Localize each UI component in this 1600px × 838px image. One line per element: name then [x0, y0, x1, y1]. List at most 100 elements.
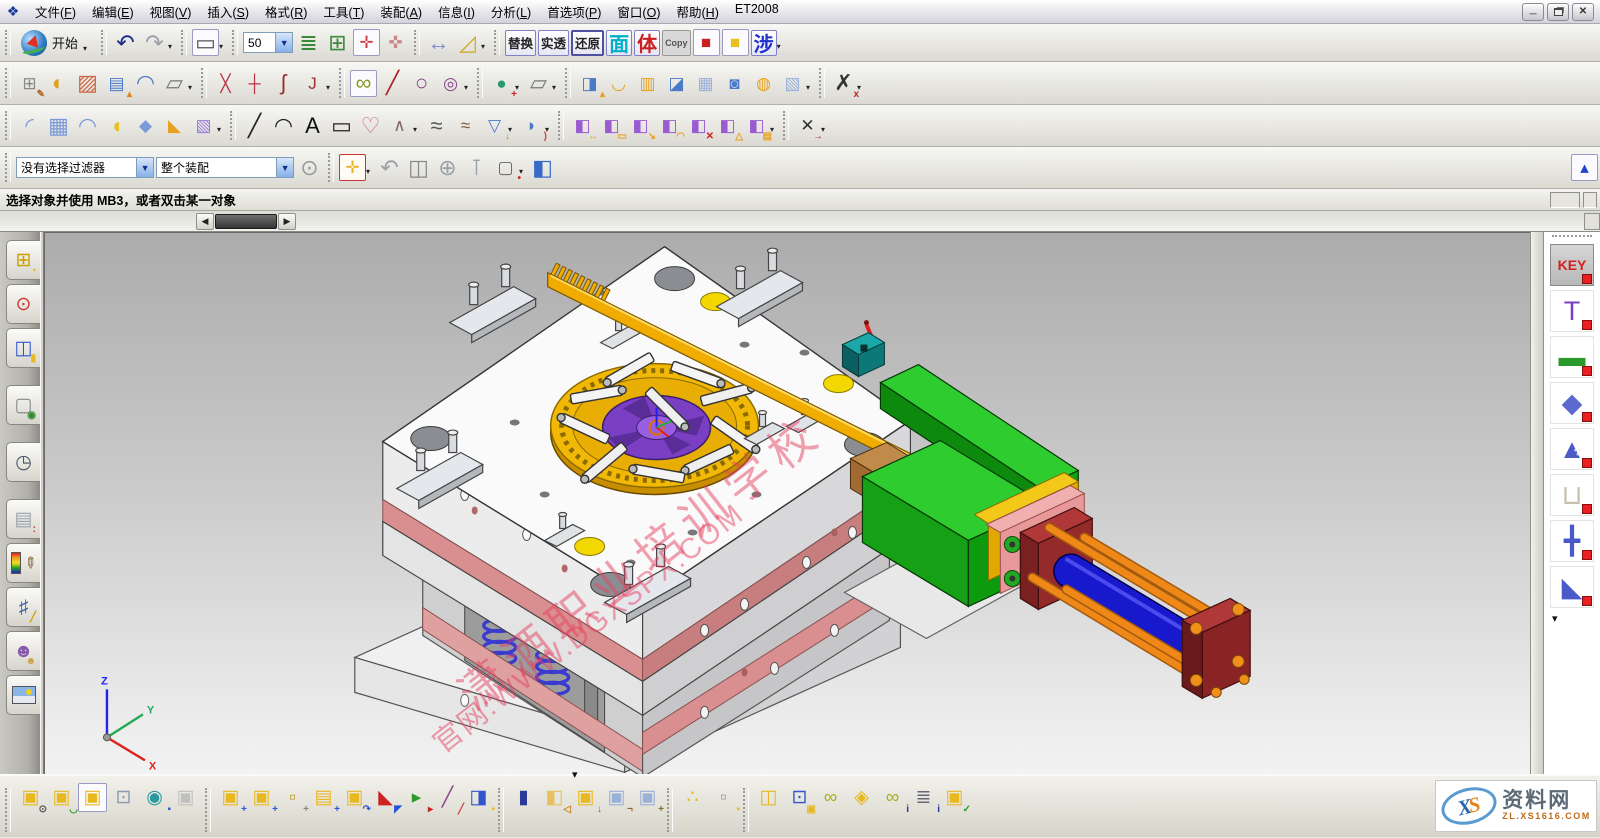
datum-plane2-icon-flyout[interactable]: ▾ — [552, 83, 560, 97]
toolbar-grip[interactable] — [5, 153, 11, 182]
reuse-part-tile-bracket[interactable]: ◆ — [1550, 382, 1594, 424]
divide-curve-icon[interactable]: ┼ — [241, 70, 268, 97]
scroll-right-button[interactable]: ▶ — [278, 213, 296, 230]
measure-angle-icon[interactable]: ◿ — [454, 29, 481, 56]
open-component-icon[interactable]: ▣◡ — [47, 783, 76, 812]
layer-settings-icon[interactable]: ≣ — [295, 29, 322, 56]
minimize-button[interactable]: ─ — [1522, 3, 1544, 21]
hide-component-icon[interactable]: ⊡ — [109, 783, 138, 812]
pattern-face-icon[interactable]: ◧▤ — [743, 112, 770, 139]
toolbar-grip[interactable] — [5, 30, 11, 55]
orient-view-icon[interactable]: ↶ — [376, 154, 403, 181]
add-component-icon[interactable]: ▣+ — [216, 783, 245, 812]
pad-icon[interactable]: ▦ — [692, 70, 719, 97]
toolbar-grip[interactable] — [5, 788, 11, 832]
explode-assembly-icon[interactable]: ∴ — [678, 783, 707, 812]
face-button[interactable]: 面 — [606, 30, 632, 56]
arrangements-icon[interactable]: ⊡▣ — [785, 783, 814, 812]
scale-combo-dropdown-icon[interactable]: ▼ — [275, 33, 292, 52]
move-face-icon[interactable]: ◧↔ — [569, 112, 596, 139]
display-mode-dropdown[interactable]: ▭ — [192, 29, 219, 56]
toolbar-grip[interactable] — [328, 153, 334, 182]
instance-geometry-icon[interactable]: ▨ — [74, 70, 101, 97]
wave-geometry-linker-icon[interactable]: ▮ — [509, 783, 538, 812]
arc-curve-icon[interactable]: ◠ — [270, 112, 297, 139]
measure-angle-icon-flyout[interactable]: ▾ — [481, 42, 489, 56]
edit-position-icon[interactable]: ▣+ — [633, 783, 662, 812]
delete-face-icon[interactable]: ◧✕ — [685, 112, 712, 139]
toolbar-grip[interactable] — [494, 30, 500, 55]
edit-mating-icon[interactable]: ▣¬ — [602, 783, 631, 812]
project-curve-icon[interactable]: ▽↓ — [481, 112, 508, 139]
unexplode-icon[interactable]: ▫▪ — [709, 783, 738, 812]
undo-icon[interactable]: ↶ — [112, 29, 139, 56]
toolbar-grip[interactable] — [5, 68, 11, 98]
datum-csys-icon[interactable]: ▤▴ — [103, 70, 130, 97]
wcs-dynamics-icon[interactable]: ✛ — [353, 29, 380, 56]
selection-scope-combo[interactable]: 整个装配▼ — [156, 157, 294, 178]
body-button[interactable]: 体 — [634, 30, 660, 56]
heart-curve-icon[interactable]: ♡ — [357, 112, 384, 139]
assembly-sequence-icon[interactable]: ▣✓ — [940, 783, 969, 812]
toolbar-grip[interactable] — [101, 30, 107, 55]
selection-filter-combo-dropdown-icon[interactable]: ▼ — [136, 158, 153, 177]
measure-distance-icon[interactable]: ↔ — [425, 29, 452, 56]
trim-curve-icon[interactable]: ╳ — [212, 70, 239, 97]
polyline-icon-flyout[interactable]: ▾ — [413, 125, 421, 139]
snap-point-icon-flyout[interactable]: ▾ — [366, 167, 374, 181]
menu-item-analysis[interactable]: 分析(L) — [483, 0, 539, 23]
menu-item-view[interactable]: 视图(V) — [142, 0, 200, 23]
replace-button[interactable]: 替换 — [505, 30, 536, 56]
bend-surface-icon[interactable]: ◣ — [161, 112, 188, 139]
new-sketch-icon[interactable]: ⊞✎ — [16, 70, 43, 97]
boss-icon[interactable]: ◍ — [750, 70, 777, 97]
restore-button[interactable]: 还原 — [571, 30, 604, 56]
assembly-navigator-tab[interactable]: ⊞▪ — [6, 240, 40, 280]
menu-item-tools[interactable]: 工具(T) — [315, 0, 372, 23]
redo-icon[interactable]: ↷ — [141, 29, 168, 56]
through-mesh-icon[interactable]: ▦ — [45, 112, 72, 139]
work-section-icon[interactable]: ◫ — [405, 154, 432, 181]
point-icon[interactable]: ◎ — [437, 70, 464, 97]
offset-region-icon[interactable]: ◧↘ — [627, 112, 654, 139]
rectangle-icon[interactable]: ▭ — [328, 112, 355, 139]
scroll-thumb[interactable] — [215, 214, 277, 229]
palettes-tab[interactable]: ▤: — [6, 499, 40, 539]
pin-view-icon[interactable]: ⊺ — [463, 154, 490, 181]
new-component-icon[interactable]: ▣+ — [247, 783, 276, 812]
replace-component-icon[interactable]: ▸▸ — [402, 783, 431, 812]
new-parent-icon[interactable]: ▫+ — [278, 783, 307, 812]
studio-surface-icon-flyout[interactable]: ▾ — [217, 125, 225, 139]
layer-visible-icon[interactable]: ⊞ — [324, 29, 351, 56]
roles-tab[interactable]: ☻☻ — [6, 631, 40, 671]
menu-item-help[interactable]: 帮助(H) — [668, 0, 726, 23]
close-button[interactable]: ✕ — [1572, 3, 1594, 21]
interpart-link-icon[interactable]: ∞ — [816, 783, 845, 812]
toolbar-grip[interactable] — [232, 30, 238, 55]
toolbar-grip[interactable] — [783, 111, 789, 140]
shell-icon-flyout[interactable]: ▾ — [806, 83, 814, 97]
toolbar-grip[interactable] — [201, 68, 207, 98]
selection-scope-combo-dropdown-icon[interactable]: ▼ — [276, 158, 293, 177]
line-curve-icon[interactable]: ╱ — [241, 112, 268, 139]
toolbar-grip[interactable] — [205, 788, 211, 832]
reuse-part-tile-bushing[interactable]: ⊔ — [1550, 474, 1594, 516]
assembly-constraints-icon[interactable]: ◣◤ — [371, 783, 400, 812]
shaded-view-icon[interactable]: ◧ — [529, 154, 556, 181]
toolbar-grip[interactable] — [565, 68, 571, 98]
wave-mode-icon[interactable]: ◈ — [847, 783, 876, 812]
move-component-icon[interactable]: ▣↷ — [340, 783, 369, 812]
rotate-point-icon[interactable]: ⊕ — [434, 154, 461, 181]
toolbar-grip[interactable] — [339, 68, 345, 98]
datum-plane2-icon[interactable]: ▱ — [525, 70, 552, 97]
red-solid-cube-icon[interactable]: ■ — [693, 29, 720, 56]
product-outline-icon[interactable]: ◫ — [754, 783, 783, 812]
viewport-vertical-scrollbar[interactable] — [1530, 232, 1543, 774]
edit-curve-icon-flyout[interactable]: ▾ — [326, 83, 334, 97]
boolean-unite-icon[interactable]: ●+ — [488, 70, 515, 97]
constraint-navigator-tab[interactable]: ⊙ — [6, 284, 40, 324]
polyline-icon[interactable]: ∧ — [386, 112, 413, 139]
point-icon-flyout[interactable]: ▾ — [464, 83, 472, 97]
line-icon[interactable]: ╱ — [379, 70, 406, 97]
reuse-part-tile-elbow[interactable]: ◣ — [1550, 566, 1594, 608]
